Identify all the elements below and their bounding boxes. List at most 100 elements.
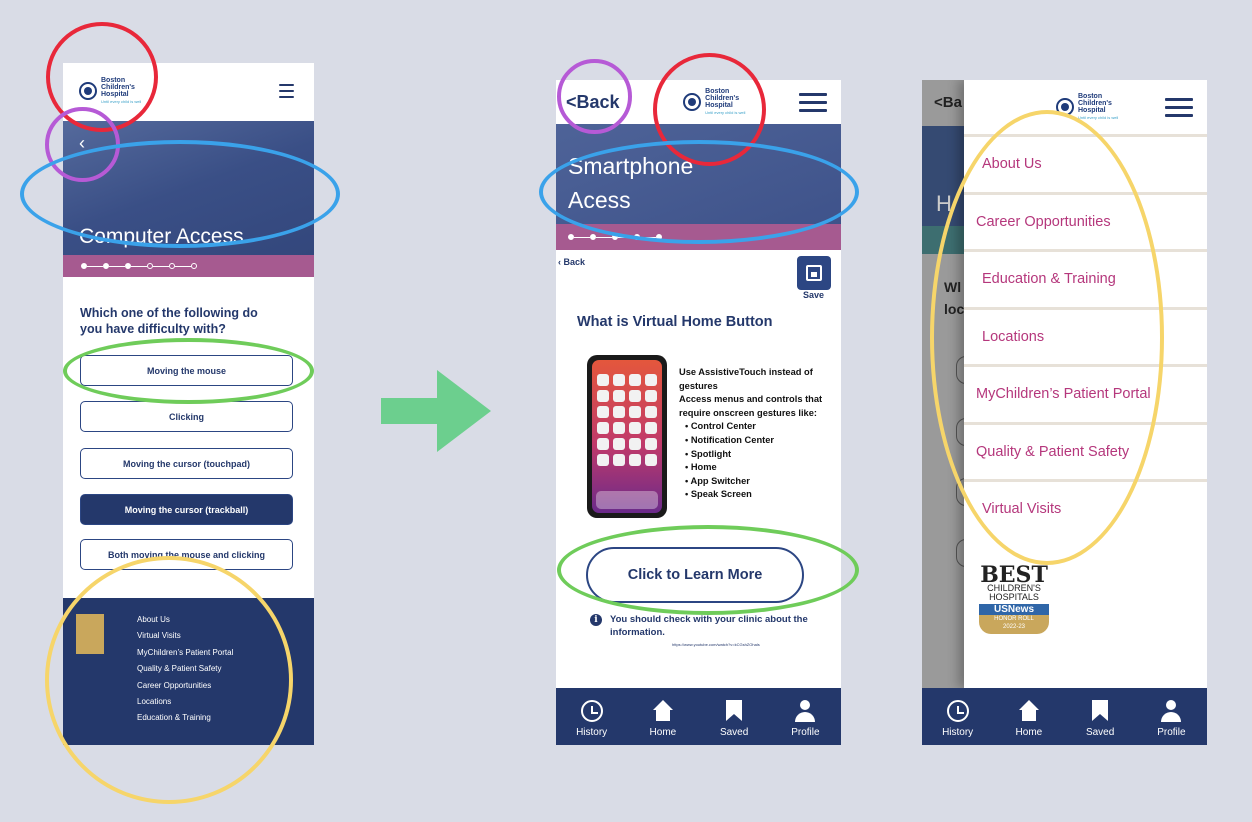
tab-home[interactable]: Home: [633, 700, 693, 738]
history-icon: [946, 700, 969, 722]
step-dot: [191, 263, 197, 269]
step-dot: [656, 234, 662, 240]
feature-item: App Switcher: [685, 475, 824, 489]
side-menu-drawer: Boston Children's Hospital Until every c…: [964, 80, 1207, 688]
feature-item: Control Center: [685, 420, 824, 434]
hospital-logo[interactable]: Boston Children's Hospital Until every c…: [79, 77, 141, 105]
bookmark-icon: [723, 700, 745, 722]
menu-item-virtual-visits[interactable]: Virtual Visits: [964, 479, 1207, 537]
menu-item-career-opportunities[interactable]: Career Opportunities: [964, 191, 1207, 250]
feature-item: Speak Screen: [685, 488, 824, 502]
hospital-seal-icon: [683, 93, 702, 111]
badge-line: HOSPITALS: [989, 592, 1039, 602]
logo-line: Hospital: [1078, 107, 1106, 114]
progress-stepper: [556, 224, 841, 250]
profile-icon: [1160, 700, 1182, 722]
option-cursor-trackball[interactable]: Moving the cursor (trackball): [80, 494, 293, 525]
page-title: Smartphone Acess: [568, 153, 694, 213]
hospital-seal-icon: [79, 82, 97, 100]
tab-label: Home: [1015, 727, 1043, 738]
menu-item-education-training[interactable]: Education & Training: [964, 249, 1207, 307]
feature-description: Use AssistiveTouch instead of gestures A…: [679, 366, 824, 502]
info-icon: i: [590, 614, 602, 626]
computer-access-screen: Boston Children's Hospital Until every c…: [63, 63, 314, 745]
app-header: <Back Boston Children's Hospital Until e…: [556, 80, 841, 124]
home-icon: [1018, 700, 1040, 722]
footer-link[interactable]: Career Opportunities: [137, 681, 233, 697]
tab-history[interactable]: History: [928, 700, 988, 738]
tab-label: Saved: [719, 727, 749, 738]
tab-label: Profile: [1157, 727, 1186, 738]
footer-link[interactable]: MyChildren’s Patient Portal: [137, 648, 233, 664]
option-clicking[interactable]: Clicking: [80, 401, 293, 432]
hamburger-menu-icon[interactable]: [1165, 97, 1193, 117]
profile-icon: [794, 700, 816, 722]
page-title: Computer Access: [79, 225, 244, 248]
tab-profile[interactable]: Profile: [1141, 700, 1201, 738]
logo-line: Hospital: [101, 91, 129, 98]
logo-line: Children's: [101, 84, 135, 91]
menu-item-locations[interactable]: Locations: [964, 306, 1207, 365]
flow-arrow-icon: [381, 370, 491, 452]
best-hospitals-badge-icon: [76, 614, 104, 654]
option-moving-mouse[interactable]: Moving the mouse: [80, 355, 293, 386]
note-text: You should check with your clinic about …: [610, 614, 808, 638]
logo-line: Children's: [1078, 100, 1112, 107]
hospital-seal-icon: [1056, 98, 1074, 116]
save-label: Save: [803, 290, 825, 300]
background-question-text: Wl loc: [944, 279, 965, 317]
hamburger-menu-icon[interactable]: [799, 92, 827, 112]
tab-label: History: [942, 727, 974, 738]
desc-intro: Use AssistiveTouch instead of gestures: [679, 367, 813, 391]
hero-banner: ‹ Computer Access: [63, 121, 314, 255]
menu-item-about-us[interactable]: About Us: [964, 134, 1207, 192]
badge-usnews: USNews: [979, 604, 1049, 615]
footer-link[interactable]: Education & Training: [137, 713, 233, 729]
hospital-logo[interactable]: Boston Children's Hospital Until every c…: [1056, 93, 1118, 121]
background-title-text: H: [936, 191, 952, 216]
section-heading: What is Virtual Home Button: [577, 314, 773, 330]
clinic-note: i You should check with your clinic abou…: [590, 613, 812, 639]
best-hospitals-badge: BEST CHILDREN'S HOSPITALS USNews HONOR R…: [979, 562, 1049, 642]
logo-line: Hospital: [705, 102, 733, 109]
logo-tagline: Until every child is well: [101, 99, 142, 104]
option-cursor-touchpad[interactable]: Moving the cursor (touchpad): [80, 448, 293, 479]
video-url[interactable]: https://www.youtube.com/watch?v=kCGshZOh…: [672, 642, 760, 647]
tab-home[interactable]: Home: [999, 700, 1059, 738]
smartphone-access-screen: <Back Boston Children's Hospital Until e…: [556, 80, 841, 745]
background-page-overlay[interactable]: <Ba H Wl loc: [922, 80, 976, 745]
hospital-logo[interactable]: Boston Children's Hospital Until every c…: [683, 88, 745, 116]
tab-saved[interactable]: Saved: [704, 700, 764, 738]
save-button[interactable]: [797, 256, 831, 290]
feature-item: Home: [685, 461, 824, 475]
badge-best: BEST: [980, 562, 1048, 588]
inline-back-link[interactable]: ‹ Back: [558, 257, 585, 267]
feature-item: Spotlight: [685, 448, 824, 462]
logo-line: Boston: [1078, 93, 1103, 100]
footer-link[interactable]: Locations: [137, 697, 233, 713]
back-chevron-icon[interactable]: ‹: [79, 133, 85, 154]
tab-saved[interactable]: Saved: [1070, 700, 1130, 738]
tab-history[interactable]: History: [562, 700, 622, 738]
save-disk-icon: [806, 265, 822, 281]
footer-link[interactable]: Virtual Visits: [137, 631, 233, 647]
back-button[interactable]: <Back: [566, 92, 620, 113]
tab-label: History: [576, 727, 608, 738]
learn-more-button[interactable]: Click to Learn More: [586, 547, 804, 603]
tab-label: Saved: [1085, 727, 1115, 738]
bookmark-icon: [1089, 700, 1111, 722]
drawer-header: Boston Children's Hospital Until every c…: [964, 80, 1207, 134]
logo-tagline: Until every child is well: [1078, 115, 1119, 120]
menu-item-quality-safety[interactable]: Quality & Patient Safety: [964, 421, 1207, 480]
footer-link[interactable]: Quality & Patient Safety: [137, 664, 233, 680]
option-mouse-and-clicking[interactable]: Both moving the mouse and clicking: [80, 539, 293, 570]
tab-profile[interactable]: Profile: [775, 700, 835, 738]
hamburger-menu-icon[interactable]: [279, 84, 294, 98]
logo-line: Boston: [101, 77, 126, 84]
side-menu-screen: <Ba H Wl loc Boston Children's Hospital …: [922, 80, 1207, 745]
logo-line: Children's: [705, 95, 740, 102]
footer-link[interactable]: About Us: [137, 615, 233, 631]
desc-body: Access menus and controls that require o…: [679, 394, 823, 418]
logo-line: Boston: [705, 88, 730, 95]
menu-item-patient-portal[interactable]: MyChildren’s Patient Portal: [964, 364, 1207, 422]
